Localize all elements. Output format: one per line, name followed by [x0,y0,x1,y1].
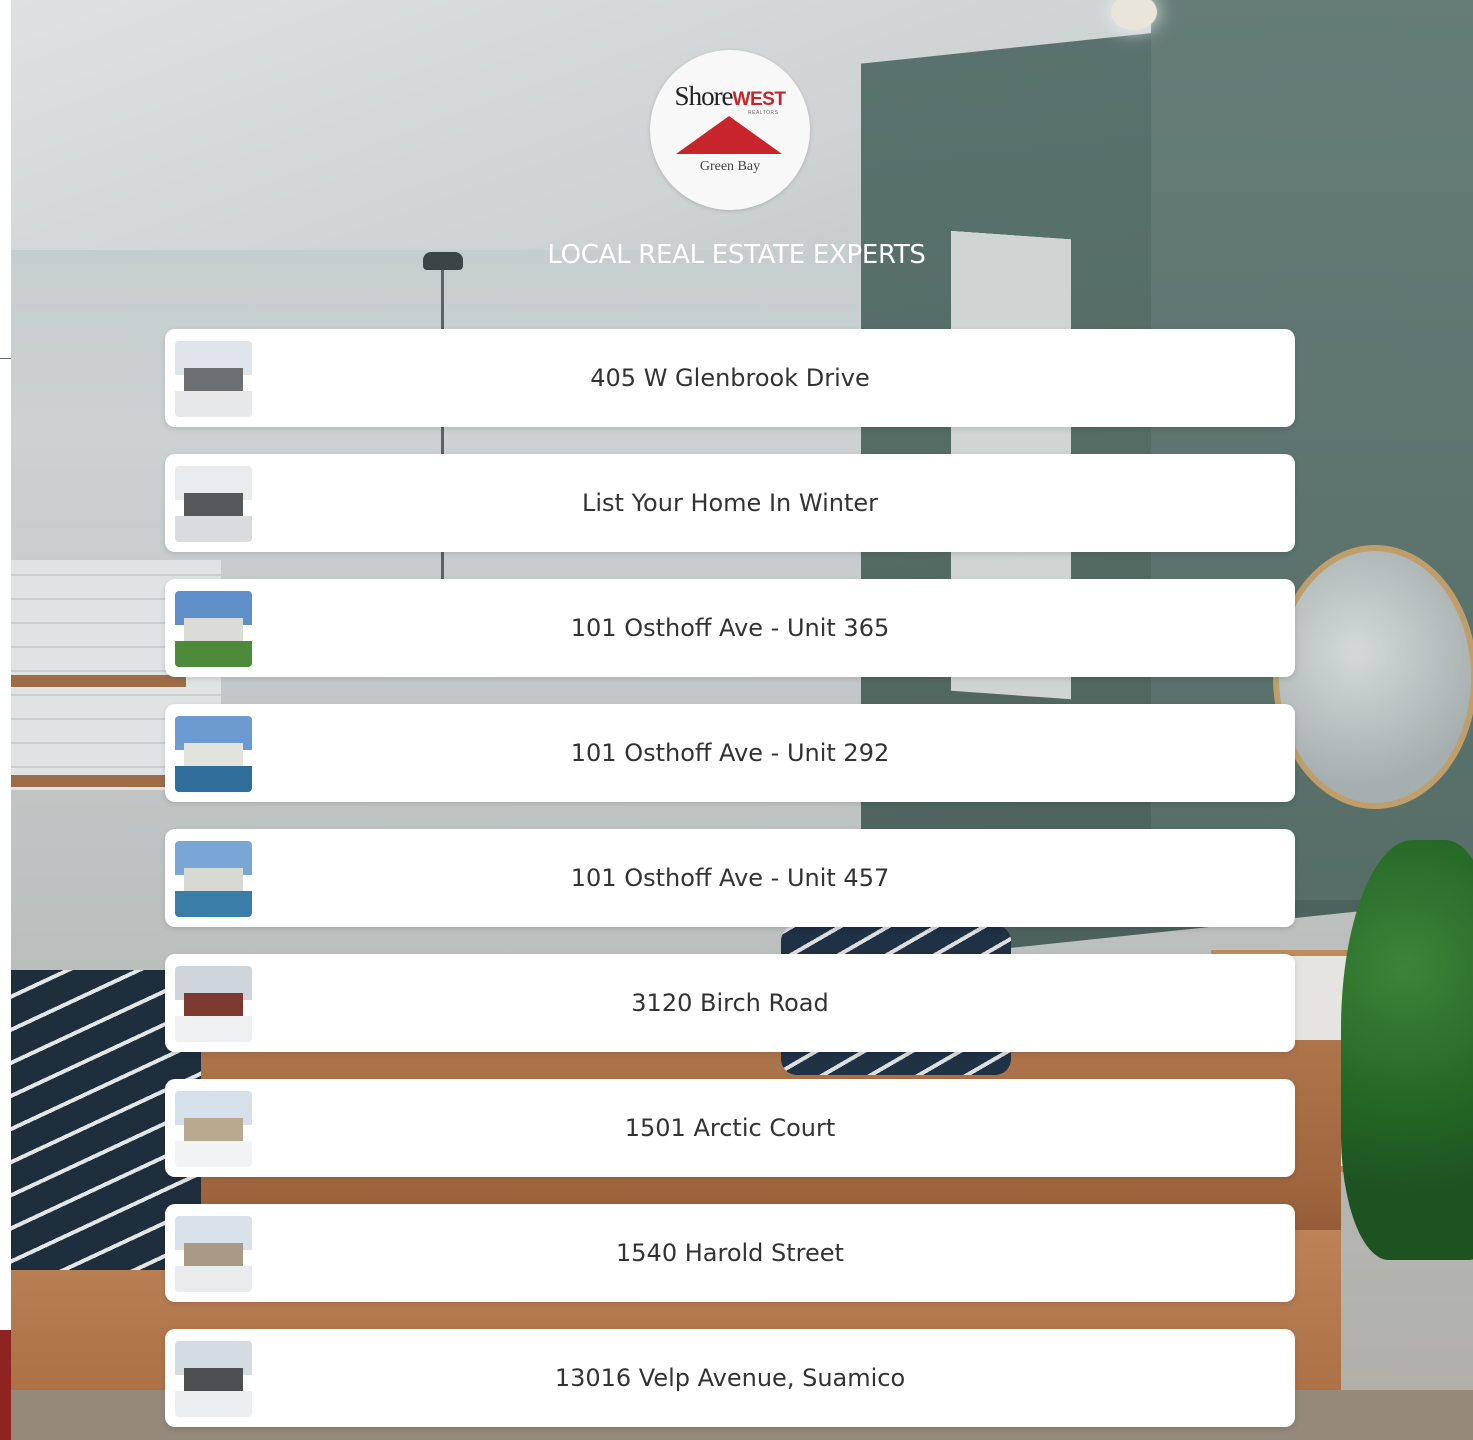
left-edge-divider [0,358,11,359]
link-label: 101 Osthoff Ave - Unit 457 [570,864,890,892]
link-card[interactable]: 3120 Birch Road [165,954,1295,1052]
logo-word-shore: Shore [674,81,734,111]
link-card[interactable]: 101 Osthoff Ave - Unit 457 [165,829,1295,927]
link-list: 405 W Glenbrook Drive List Your Home In W… [165,329,1295,1427]
link-label: 101 Osthoff Ave - Unit 365 [570,614,890,642]
link-label: 1501 Arctic Court [624,1114,836,1142]
logo-roof-icon [676,116,782,154]
logo-city: Green Bay [699,159,761,174]
link-card[interactable]: 101 Osthoff Ave - Unit 365 [165,579,1295,677]
left-edge-accent [0,1330,11,1440]
link-label: 1540 Harold Street [616,1239,844,1267]
logo-word-west: WEST [732,89,786,110]
link-label: List Your Home In Winter [582,489,878,517]
link-card[interactable]: List Your Home In Winter [165,454,1295,552]
tagline: LOCAL REAL ESTATE EXPERTS [547,240,926,270]
link-card[interactable]: 1501 Arctic Court [165,1079,1295,1177]
shorewest-logo: ShoreWEST REALTORS Green Bay [650,50,810,210]
link-label: 405 W Glenbrook Drive [590,364,870,392]
link-label: 101 Osthoff Ave - Unit 292 [570,739,890,767]
link-card[interactable]: 405 W Glenbrook Drive [165,329,1295,427]
link-label: 3120 Birch Road [631,989,829,1017]
link-label: 13016 Velp Avenue, Suamico [554,1364,906,1392]
link-card[interactable]: 101 Osthoff Ave - Unit 292 [165,704,1295,802]
page: ShoreWEST REALTORS Green Bay LOCAL REAL … [0,0,1473,1440]
link-card[interactable]: 13016 Velp Avenue, Suamico [165,1329,1295,1427]
link-card[interactable]: 1540 Harold Street [165,1204,1295,1302]
left-edge-strip [0,0,11,1440]
